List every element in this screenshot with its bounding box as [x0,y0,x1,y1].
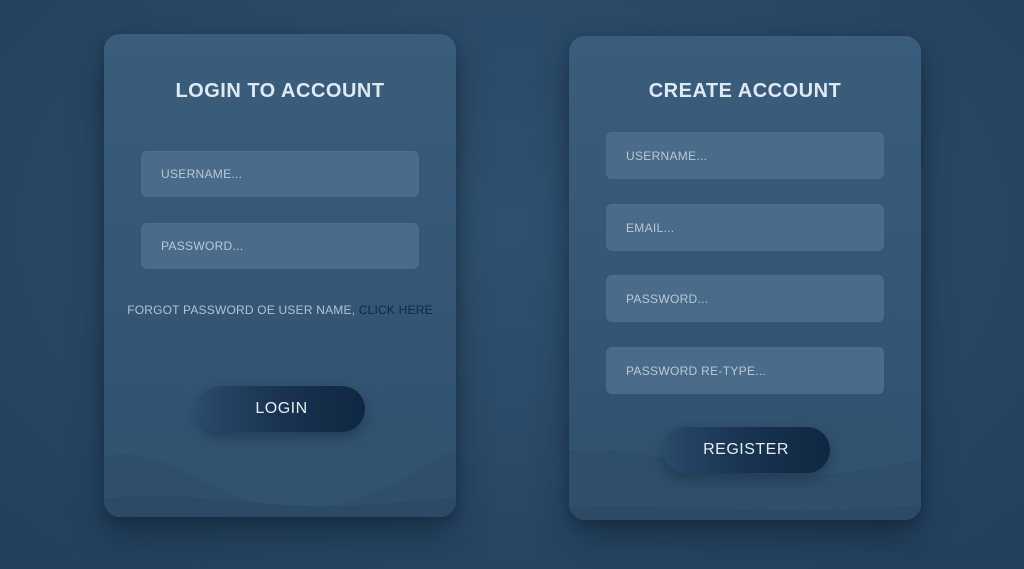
register-card: CREATE ACCOUNT REGISTER [569,36,921,520]
login-title: LOGIN TO ACCOUNT [175,80,385,102]
forgot-password-link[interactable]: CLICK HERE [359,303,433,317]
forgot-password-label: FORGOT PASSWORD OE USER NAME, [127,303,359,317]
register-password-input[interactable] [606,275,884,322]
login-button[interactable]: LOGIN [198,386,365,432]
login-password-input[interactable] [141,223,419,269]
forgot-password-text: FORGOT PASSWORD OE USER NAME, CLICK HERE [104,303,456,317]
register-password-retype-input[interactable] [606,347,884,394]
register-button[interactable]: REGISTER [662,427,830,473]
register-email-input[interactable] [606,204,884,251]
register-title: CREATE ACCOUNT [648,80,842,102]
login-card: LOGIN TO ACCOUNT FORGOT PASSWORD OE USER… [104,34,456,517]
register-username-input[interactable] [606,132,884,179]
login-username-input[interactable] [141,151,419,197]
